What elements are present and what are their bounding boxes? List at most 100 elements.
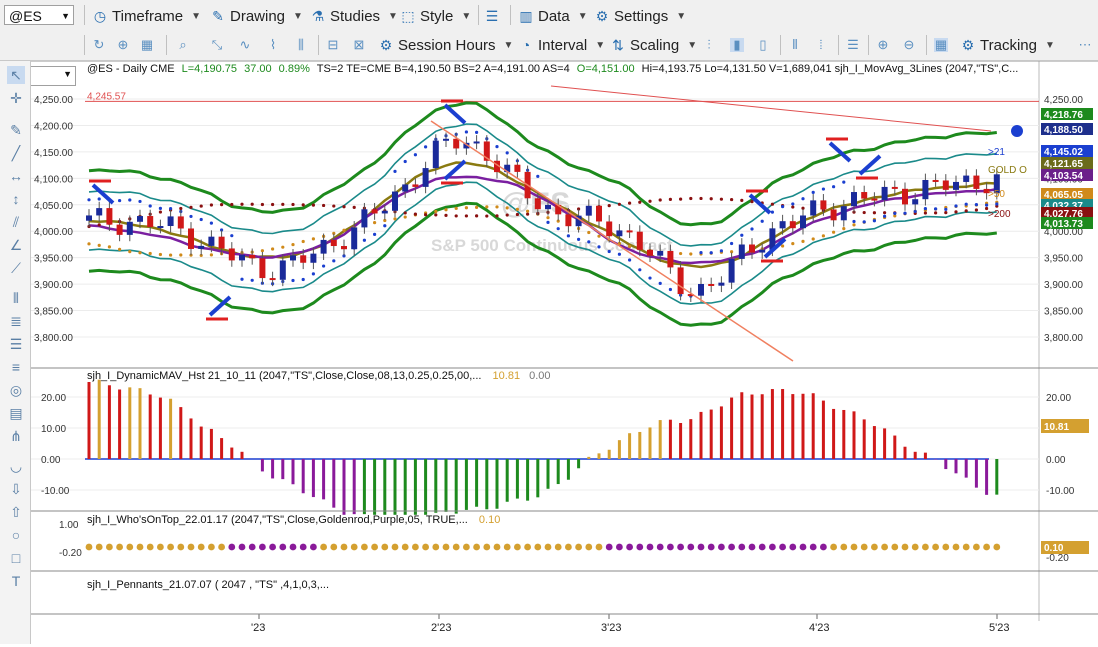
angle-line-icon[interactable]: ∠ bbox=[7, 236, 25, 254]
hist-bar bbox=[893, 436, 896, 459]
candle-body bbox=[127, 222, 133, 235]
grid-icon[interactable]: ▦ bbox=[140, 38, 154, 52]
pin-icon[interactable]: ⊕ bbox=[116, 38, 130, 52]
drawing-label: Drawing bbox=[230, 8, 285, 25]
ma50-dot bbox=[312, 237, 315, 240]
ma21-dot bbox=[87, 198, 90, 201]
layout-icon[interactable]: ☰ bbox=[846, 38, 860, 52]
fib-time-icon[interactable]: ▤ bbox=[7, 404, 25, 422]
ma21-dot bbox=[954, 204, 957, 207]
whos-on-top-dot bbox=[432, 544, 439, 551]
crosshair-icon[interactable]: ✛ bbox=[7, 89, 25, 107]
data-window-icon[interactable]: ⊟ bbox=[326, 38, 340, 52]
ma21-dot bbox=[383, 224, 386, 227]
whos-on-top-dot bbox=[902, 544, 909, 551]
ma50-dot bbox=[516, 208, 519, 211]
candlestick-icon[interactable]: ▮ bbox=[730, 38, 744, 52]
zoom-in-icon[interactable]: ⊕ bbox=[876, 38, 890, 52]
trendline-icon[interactable]: ╱ bbox=[7, 144, 25, 162]
fib-extension-icon[interactable]: ☰ bbox=[7, 335, 25, 353]
fib-retracement-icon[interactable]: ≣ bbox=[7, 312, 25, 330]
gann-fan-icon[interactable]: ⫴ bbox=[7, 289, 25, 307]
candle-body bbox=[535, 198, 541, 209]
pointer-icon[interactable]: ↖ bbox=[7, 66, 25, 84]
crosshair-grid-icon[interactable]: ▦ bbox=[934, 38, 948, 52]
price-axis-right-label: 3,800.00 bbox=[1044, 333, 1083, 344]
ma200-dot bbox=[679, 198, 682, 201]
style-label: Style bbox=[420, 8, 453, 25]
channel-icon[interactable]: ⫽ bbox=[7, 213, 25, 231]
ma200-dot bbox=[200, 204, 203, 207]
wrench-icon[interactable]: ✎ bbox=[7, 121, 25, 139]
bar-spacing-narrow-icon[interactable]: ⦙ bbox=[814, 38, 828, 52]
candle-body bbox=[892, 187, 898, 189]
hist-bar bbox=[496, 459, 499, 509]
vertical-line-icon[interactable]: ↕ bbox=[7, 190, 25, 208]
scaling-menu[interactable]: ⇅ Scaling ▼ bbox=[610, 34, 697, 56]
toolbar-divider bbox=[868, 35, 869, 55]
text-tool-icon[interactable]: T bbox=[7, 572, 25, 590]
symbol-input[interactable]: @ES ▼ bbox=[4, 5, 74, 25]
arc-icon[interactable]: ◡ bbox=[7, 457, 25, 475]
candle-body bbox=[800, 215, 806, 228]
line-chart-icon[interactable]: ∿ bbox=[238, 38, 252, 52]
candle-body bbox=[708, 284, 714, 286]
whos-on-top-dot bbox=[106, 544, 113, 551]
horizontal-line-icon[interactable]: ↔ bbox=[7, 167, 25, 185]
candle-body bbox=[290, 255, 296, 260]
ma21-dot bbox=[995, 202, 998, 205]
order-icon[interactable]: ⊠ bbox=[352, 38, 366, 52]
candle-body bbox=[219, 237, 225, 249]
zoom-chart-icon[interactable]: ⌕ bbox=[176, 38, 190, 52]
fib-circles-icon[interactable]: ◎ bbox=[7, 381, 25, 399]
drawing-menu[interactable]: ✎ Drawing ▼ bbox=[210, 5, 303, 27]
hist-bar bbox=[88, 382, 91, 459]
ray-icon[interactable]: ⟋ bbox=[7, 259, 25, 277]
style-menu[interactable]: ⬚ Style ▼ bbox=[400, 5, 471, 27]
hollow-candle-icon[interactable]: ▯ bbox=[756, 38, 770, 52]
timeframe-menu[interactable]: ◷ Timeframe ▼ bbox=[92, 5, 201, 27]
bar-spacing-icon[interactable]: ⦀ bbox=[788, 38, 802, 52]
candle-body bbox=[616, 230, 622, 236]
whos-on-top-dot bbox=[851, 544, 858, 551]
settings-menu[interactable]: ⚙ Settings ▼ bbox=[594, 5, 686, 27]
chart-canvas[interactable]: @ES - Daily CME L=4,190.75 37.00 0.89% T… bbox=[31, 61, 1098, 644]
bar-chart-icon[interactable]: ⫼ bbox=[294, 38, 308, 52]
andrews-pitchfork-icon[interactable]: ⋔ bbox=[7, 427, 25, 445]
ma50-dot bbox=[812, 237, 815, 240]
interval-menu[interactable]: ◔ Interval ▼ bbox=[518, 34, 605, 56]
ma50-dot bbox=[801, 240, 804, 243]
ellipse-icon[interactable]: ○ bbox=[7, 526, 25, 544]
ma200-dot bbox=[873, 211, 876, 214]
whos-on-top-dot bbox=[840, 544, 847, 551]
ma200-dot bbox=[455, 214, 458, 217]
outer-band-lower bbox=[89, 203, 997, 325]
whos-on-top-dots bbox=[86, 544, 1001, 551]
zoom-out-icon[interactable]: ⊖ bbox=[902, 38, 916, 52]
speed-lines-icon[interactable]: ≡ bbox=[7, 358, 25, 376]
refresh-icon[interactable]: ↻ bbox=[92, 38, 106, 52]
tracking-menu[interactable]: ⚙ Tracking ▼ bbox=[960, 34, 1055, 56]
area-chart-icon[interactable]: ⌇ bbox=[266, 38, 280, 52]
studies-menu[interactable]: ⚗ Studies ▼ bbox=[310, 5, 398, 27]
hist-bar bbox=[169, 399, 172, 459]
data-menu[interactable]: ▥ Data ▼ bbox=[518, 5, 588, 27]
rectangle-icon[interactable]: □ bbox=[7, 549, 25, 567]
bar-style-icon[interactable]: ⫶ bbox=[702, 38, 716, 52]
layout-button[interactable]: ☰ bbox=[484, 5, 504, 27]
hist-axis-left-label: 0.00 bbox=[41, 455, 61, 466]
chart-area[interactable]: @ES - Daily CME L=4,190.75 37.00 0.89% T… bbox=[31, 61, 1098, 644]
session-hours-menu[interactable]: ⚙ Session Hours ▼ bbox=[378, 34, 513, 56]
drawing-tool-icon[interactable]: ⤡ bbox=[210, 38, 224, 52]
arrow-up-icon[interactable]: ⇧ bbox=[7, 503, 25, 521]
whos-on-top-dot bbox=[188, 544, 195, 551]
more-options-icon[interactable]: ⋯ bbox=[1078, 38, 1092, 52]
candle-body bbox=[372, 209, 378, 213]
hist-bar bbox=[261, 459, 264, 471]
price-axis-right-label: 3,850.00 bbox=[1044, 307, 1083, 318]
arrow-down-icon[interactable]: ⇩ bbox=[7, 480, 25, 498]
style-icon: ⬚ bbox=[400, 8, 416, 24]
ma21-dot bbox=[710, 251, 713, 254]
chevron-down-icon[interactable]: ▼ bbox=[61, 6, 70, 26]
ma200-dot bbox=[740, 199, 743, 202]
